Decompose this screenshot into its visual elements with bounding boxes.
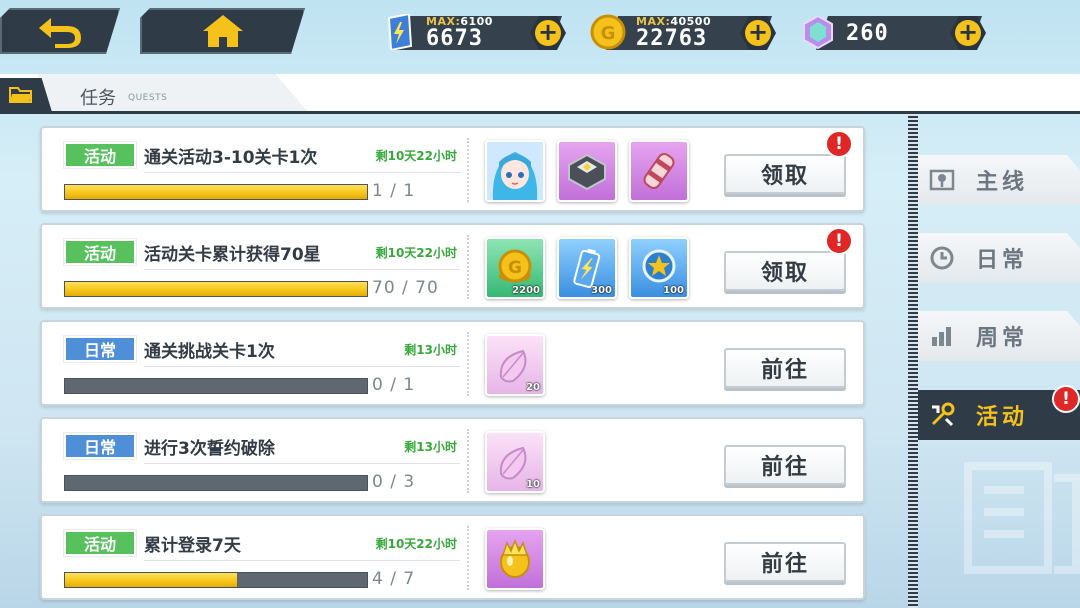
alert-badge-icon: ! (825, 130, 853, 158)
quest-name: 通关挑战关卡1次 (144, 342, 275, 362)
quest-tag: 活动 (63, 238, 137, 266)
quest-time-left: 剩10天22小时 (375, 149, 457, 163)
page-subtitle: QUESTS (128, 93, 168, 103)
reward-item[interactable] (557, 140, 617, 202)
reward-count: 10 (526, 479, 540, 490)
quest-progress-bar (64, 475, 368, 491)
tab-daily[interactable]: 日常 (918, 233, 1080, 283)
battery-item-icon (573, 248, 601, 289)
quest-row: 活动 通关活动3-10关卡1次 剩10天22小时 1 / 1 领取 ! (40, 126, 865, 212)
document-watermark-icon (964, 462, 1080, 574)
gem-value: 260 (846, 21, 889, 46)
quest-progress-bar (64, 184, 368, 200)
reward-item[interactable] (629, 140, 689, 202)
quest-row: 活动 活动关卡累计获得70星 剩10天22小时 70 / 70 G 2200 3… (40, 223, 865, 309)
quest-progress-text: 70 / 70 (372, 278, 439, 298)
plus-icon: + (955, 20, 981, 46)
reward-item[interactable]: 10 (485, 431, 545, 493)
go-button[interactable]: 前往 (724, 445, 846, 485)
quest-name: 累计登录7天 (144, 536, 241, 556)
svg-text:G: G (508, 258, 522, 278)
reward-count: 20 (526, 382, 540, 393)
plus-icon: + (535, 20, 561, 46)
battery-icon (378, 12, 418, 52)
coin-value: 22763 (636, 26, 708, 51)
quest-name: 进行3次誓约破除 (144, 439, 275, 459)
petal-icon (499, 349, 527, 383)
quest-time-left: 剩13小时 (404, 343, 457, 357)
tab-weekly[interactable]: 周常 (918, 311, 1080, 361)
plus-icon: + (745, 20, 771, 46)
home-icon (201, 13, 245, 49)
tab-main-story[interactable]: 主线 (918, 155, 1080, 205)
back-button[interactable] (0, 8, 120, 54)
petal-icon (499, 446, 527, 480)
reward-count: 100 (663, 285, 684, 296)
coin-resource: G MAX:40500 22763 + (588, 12, 778, 52)
side-divider (908, 112, 918, 608)
crystal-icon (798, 12, 838, 52)
go-button[interactable]: 前往 (724, 542, 846, 582)
reward-item[interactable]: 100 (629, 237, 689, 299)
reward-item[interactable]: 300 (557, 237, 617, 299)
back-arrow-icon (37, 14, 83, 48)
star-medal-icon (642, 249, 676, 283)
scroll-item-icon (643, 153, 675, 189)
quest-progress-text: 0 / 1 (372, 375, 416, 395)
quest-row: 日常 进行3次誓约破除 剩13小时 0 / 3 10 前往 (40, 417, 865, 503)
golden-egg-icon (500, 538, 530, 578)
map-pin-icon (928, 166, 956, 194)
quest-row: 活动 累计登录7天 剩10天22小时 4 / 7 前往 (40, 514, 865, 600)
quest-time-left: 剩10天22小时 (375, 537, 457, 551)
reward-item[interactable] (485, 528, 545, 590)
stamina-resource: MAX:6100 6673 + (378, 12, 568, 52)
quest-progress-text: 1 / 1 (372, 181, 416, 201)
tab-label: 活动 (976, 405, 1029, 430)
quest-time-left: 剩13小时 (404, 440, 457, 454)
reward-count: 300 (591, 285, 612, 296)
tab-label: 主线 (976, 170, 1029, 195)
quest-tag: 日常 (63, 432, 137, 460)
quest-name: 通关活动3-10关卡1次 (144, 148, 318, 168)
bar-chart-icon (928, 322, 956, 350)
quest-progress-bar (64, 378, 368, 394)
coin-icon: G (588, 12, 628, 52)
svg-text:G: G (601, 23, 616, 44)
home-button[interactable] (140, 8, 305, 54)
gem-resource: 260 + (798, 12, 988, 52)
reward-item[interactable] (485, 140, 545, 202)
go-button[interactable]: 前往 (724, 348, 846, 388)
reward-item[interactable]: G 2200 (485, 237, 545, 299)
alert-badge-icon: ! (1052, 385, 1080, 413)
quest-time-left: 剩10天22小时 (375, 246, 457, 260)
tab-label: 周常 (976, 326, 1029, 351)
quest-tag: 活动 (63, 529, 137, 557)
quest-tag: 活动 (63, 141, 137, 169)
quest-progress-text: 0 / 3 (372, 472, 416, 492)
quest-name: 活动关卡累计获得70星 (144, 245, 321, 265)
gold-coin-icon: G (498, 249, 532, 283)
claim-button[interactable]: 领取 (724, 154, 846, 194)
character-portrait-icon (487, 142, 543, 200)
reward-item[interactable]: 20 (485, 334, 545, 396)
reward-count: 2200 (512, 285, 540, 296)
title-divider (0, 111, 1080, 114)
quest-row: 日常 通关挑战关卡1次 剩13小时 0 / 1 20 前往 (40, 320, 865, 406)
tab-label: 日常 (976, 248, 1029, 273)
clock-icon (928, 244, 956, 272)
quest-progress-bar (64, 281, 368, 297)
quest-progress-bar (64, 572, 368, 588)
title-tab (38, 74, 308, 112)
tools-icon (928, 401, 956, 429)
page-title: 任务 (80, 88, 116, 109)
claim-button[interactable]: 领取 (724, 251, 846, 291)
stamina-value: 6673 (426, 26, 483, 51)
crystal-box-icon (568, 153, 606, 191)
alert-badge-icon: ! (825, 227, 853, 255)
quest-tag: 日常 (63, 335, 137, 363)
quest-progress-text: 4 / 7 (372, 569, 416, 589)
